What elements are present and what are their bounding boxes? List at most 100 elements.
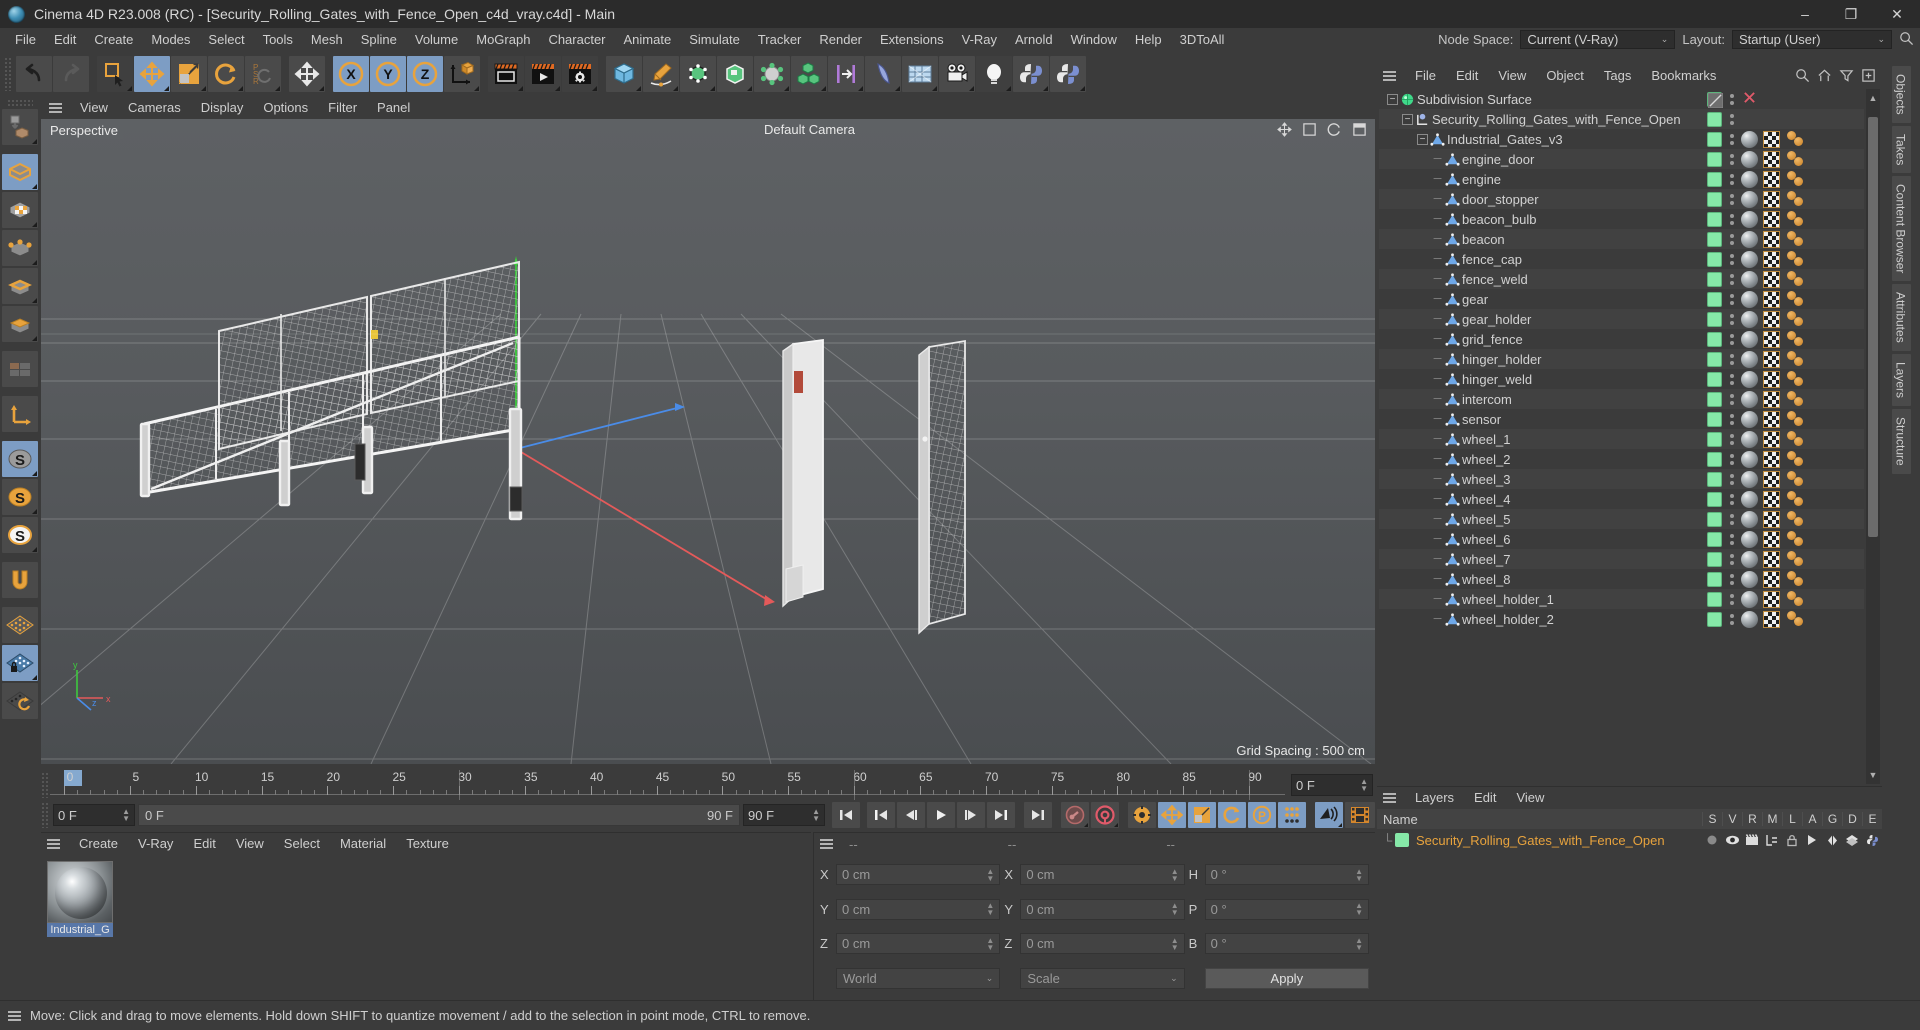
texture-tag[interactable] [1762,230,1780,248]
go-to-next-keyframe-button[interactable] [987,802,1015,828]
step-forward-button[interactable] [957,802,985,828]
selection-tag[interactable] [1786,210,1805,228]
rotation-b-input[interactable]: 0 ° ▲ ▼ [1204,933,1369,955]
selection-tag[interactable] [1786,410,1805,428]
visibility-tag[interactable] [1706,531,1722,547]
texture-tag[interactable] [1762,450,1780,468]
layers-manager-menu-icon[interactable] [1383,793,1396,803]
current-frame-field-right[interactable]: 0 F ▲ ▼ [1291,774,1373,796]
model-mode-button[interactable] [1,154,38,190]
position-z-input[interactable]: 0 cm ▲ ▼ [836,933,1001,955]
enable-snapping-button[interactable]: S [1,441,38,477]
menu-item-arnold[interactable]: Arnold [1006,28,1062,51]
rotation-h-input[interactable]: 0 ° ▲ ▼ [1204,864,1369,886]
go-to-start-button[interactable] [832,802,860,828]
rotation-key-button[interactable] [1218,802,1246,828]
viewport-menu-view[interactable]: View [70,97,118,119]
visibility-tag[interactable] [1706,571,1722,587]
visibility-tag[interactable] [1706,171,1722,187]
stepper-icon[interactable]: ▲ ▼ [986,936,994,951]
visibility-dots-tag[interactable] [1728,193,1737,205]
object-row[interactable]: ─ grid_fence [1379,329,1864,349]
object-row[interactable]: ─ wheel_1 [1379,429,1864,449]
dock-tab-attributes[interactable]: Attributes [1891,284,1911,352]
material-tag[interactable] [1740,150,1758,168]
texture-tag[interactable] [1762,310,1780,328]
undo-button[interactable] [16,56,52,92]
viewport-menu-options[interactable]: Options [253,97,318,119]
point-mode-button[interactable] [1,230,38,266]
texture-tag[interactable] [1762,270,1780,288]
selection-tag[interactable] [1786,550,1805,568]
texture-tag[interactable] [1762,350,1780,368]
layer-row[interactable]: └ Security_Rolling_Gates_with_Fence_Open [1377,829,1882,851]
transport-grip[interactable] [41,802,50,828]
menu-item-help[interactable]: Help [1126,28,1171,51]
stepper-icon[interactable]: ▲ ▼ [812,808,820,823]
visibility-dots-tag[interactable] [1728,493,1737,505]
lock-toggle-icon[interactable] [1782,834,1802,847]
visibility-tag[interactable] [1706,551,1722,567]
stepper-icon[interactable]: ▲ ▼ [1171,936,1179,951]
selection-tag[interactable] [1786,250,1805,268]
visibility-dots-tag[interactable] [1728,413,1737,425]
material-manager-menu-icon[interactable] [47,839,60,849]
menu-item-create[interactable]: Create [85,28,142,51]
selection-tag[interactable] [1786,510,1805,528]
home-icon[interactable] [1817,68,1832,83]
deformer-button[interactable] [754,56,790,92]
material-menu-material[interactable]: Material [330,833,396,855]
rotate-tool-button[interactable] [208,56,244,92]
workplane-button[interactable] [1,607,38,643]
play-button[interactable] [927,802,955,828]
selection-tag[interactable] [1786,310,1805,328]
render-toggle-icon[interactable] [1742,834,1762,847]
texture-tag[interactable] [1762,490,1780,508]
size-z-input[interactable]: 0 cm ▲ ▼ [1020,933,1185,955]
texture-tag[interactable] [1762,170,1780,188]
stepper-icon[interactable]: ▲ ▼ [986,902,994,917]
layers-menu-view[interactable]: View [1506,787,1554,809]
layer-color-swatch[interactable] [1395,833,1409,847]
visibility-tag[interactable] [1706,351,1722,367]
coordinates-menu-icon[interactable] [820,839,833,849]
expand-collapse-icon[interactable]: − [1417,133,1428,145]
material-list[interactable]: Industrial_G [43,857,809,998]
object-row[interactable]: ─ fence_weld [1379,269,1864,289]
dock-tab-content-browser[interactable]: Content Browser [1891,176,1911,282]
visibility-tag[interactable] [1706,491,1722,507]
selection-tag[interactable] [1786,350,1805,368]
menu-item-volume[interactable]: Volume [406,28,467,51]
visibility-dots-tag[interactable] [1728,173,1737,185]
animation-toggle-icon[interactable] [1802,834,1822,847]
align-button[interactable] [828,56,864,92]
texture-tag[interactable] [1762,370,1780,388]
axis-z-button[interactable]: Z [407,56,443,92]
scrollbar-thumb[interactable] [1868,117,1878,537]
texture-tag[interactable] [1762,330,1780,348]
material-menu-edit[interactable]: Edit [183,833,225,855]
axis-x-button[interactable]: X [333,56,369,92]
go-to-end-button[interactable] [1024,802,1052,828]
scene-object-button[interactable] [717,56,753,92]
material-menu-texture[interactable]: Texture [396,833,459,855]
visibility-dots-tag[interactable] [1728,353,1737,365]
record-active-objects-button[interactable] [1061,802,1089,828]
dock-tab-takes[interactable]: Takes [1891,125,1911,174]
object-row[interactable]: ─ wheel_7 [1379,549,1864,569]
add-icon[interactable] [1861,68,1876,83]
material-menu-create[interactable]: Create [69,833,128,855]
cube-primitive-button[interactable] [606,56,642,92]
selection-tag[interactable] [1786,290,1805,308]
object-row[interactable]: ─ sensor [1379,409,1864,429]
selection-tag[interactable] [1786,270,1805,288]
python-generator-button[interactable] [1050,56,1086,92]
autokeying-button[interactable] [1091,802,1119,828]
visibility-dots-tag[interactable] [1728,253,1737,265]
material-menu-select[interactable]: Select [274,833,330,855]
texture-tag[interactable] [1762,290,1780,308]
object-row[interactable]: ─ wheel_5 [1379,509,1864,529]
selection-tag[interactable] [1786,190,1805,208]
visibility-dots-tag[interactable] [1728,393,1737,405]
menu-item-spline[interactable]: Spline [352,28,406,51]
